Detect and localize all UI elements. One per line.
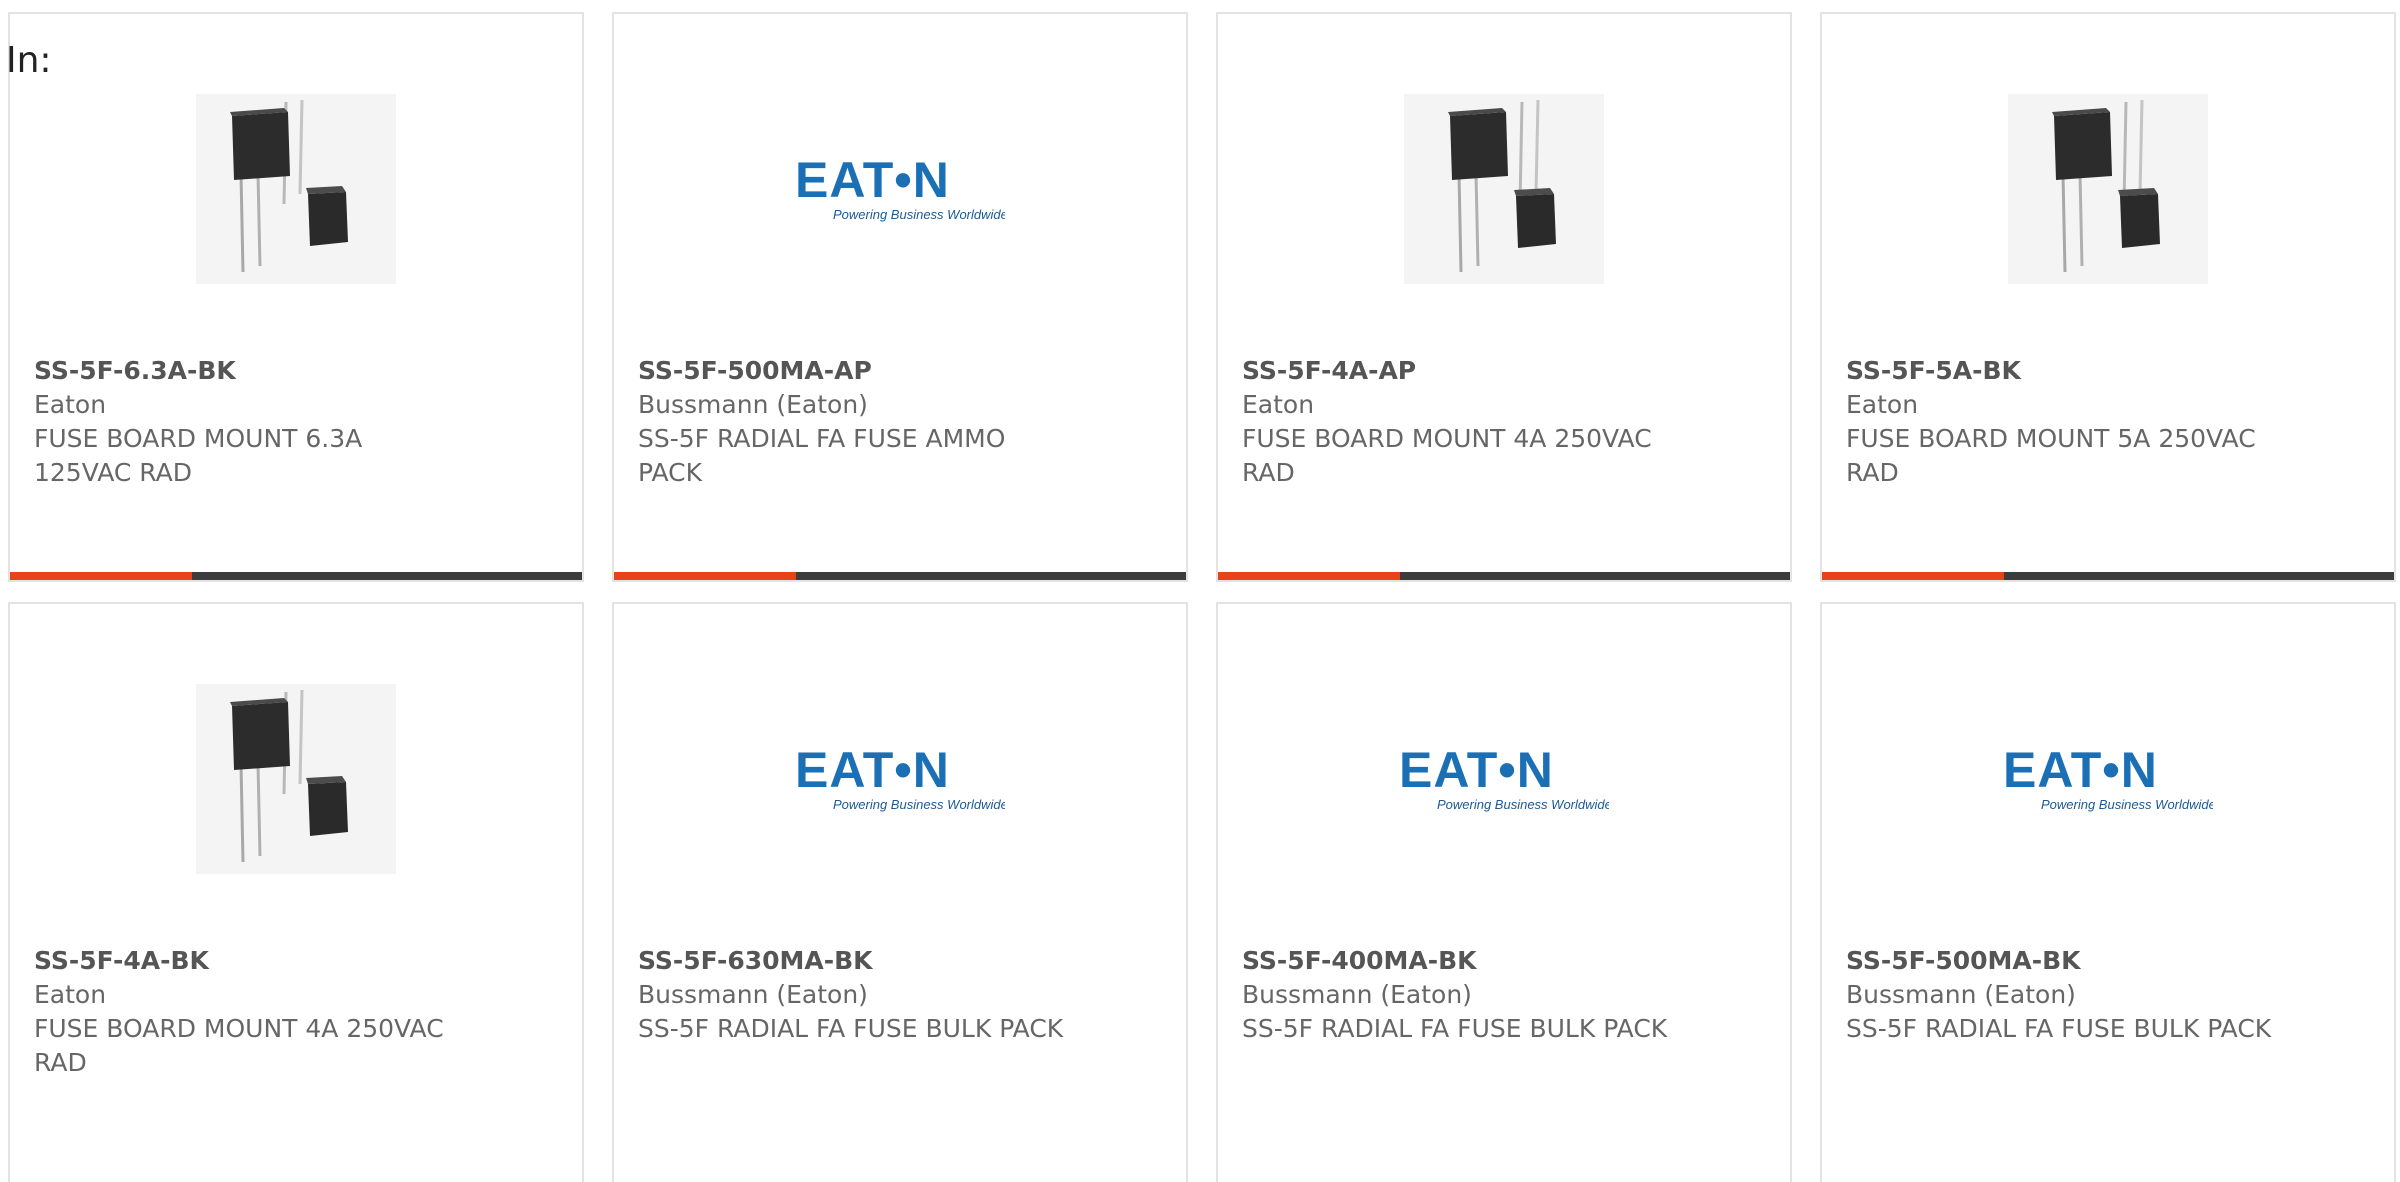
svg-text:Powering Business Worldwide: Powering Business Worldwide	[2041, 797, 2213, 812]
product-card[interactable]: EAT•N Powering Business Worldwide SS-5F-…	[612, 602, 1188, 1182]
fuse-photo-icon	[196, 94, 396, 284]
product-card[interactable]: SS-5F-4A-AP Eaton FUSE BOARD MOUNT 4A 25…	[1216, 12, 1792, 582]
fuse-photo-icon	[196, 684, 396, 874]
in-filter-label: In:	[6, 40, 52, 81]
accent-bar	[1822, 572, 2004, 580]
part-number[interactable]: SS-5F-4A-BK	[34, 944, 462, 978]
part-number[interactable]: SS-5F-500MA-BK	[1846, 944, 2274, 978]
product-image[interactable]: EAT•N Powering Business Worldwide	[1218, 674, 1790, 884]
manufacturer: Bussmann (Eaton)	[1846, 980, 2076, 1009]
fuse-photo-icon	[2008, 94, 2208, 284]
part-number[interactable]: SS-5F-630MA-BK	[638, 944, 1066, 978]
description: FUSE BOARD MOUNT 4A 250VAC RAD	[34, 1014, 444, 1077]
description: SS-5F RADIAL FA FUSE BULK PACK	[1242, 1014, 1668, 1043]
part-number[interactable]: SS-5F-4A-AP	[1242, 354, 1670, 388]
part-number[interactable]: SS-5F-400MA-BK	[1242, 944, 1670, 978]
part-number[interactable]: SS-5F-5A-BK	[1846, 354, 2274, 388]
product-image[interactable]	[10, 674, 582, 884]
svg-text:Powering Business Worldwide: Powering Business Worldwide	[1437, 797, 1609, 812]
product-grid: SS-5F-6.3A-BK Eaton FUSE BOARD MOUNT 6.3…	[8, 12, 2400, 1182]
product-image[interactable]: EAT•N Powering Business Worldwide	[614, 84, 1186, 294]
product-image[interactable]: EAT•N Powering Business Worldwide	[1822, 674, 2394, 884]
description: FUSE BOARD MOUNT 5A 250VAC RAD	[1846, 424, 2256, 487]
part-number[interactable]: SS-5F-6.3A-BK	[34, 354, 462, 388]
description: FUSE BOARD MOUNT 4A 250VAC RAD	[1242, 424, 1652, 487]
svg-text:Powering Business Worldwide: Powering Business Worldwide	[833, 797, 1005, 812]
product-card[interactable]: SS-5F-5A-BK Eaton FUSE BOARD MOUNT 5A 25…	[1820, 12, 2396, 582]
card-bottom-bar	[614, 572, 1186, 580]
manufacturer: Eaton	[1846, 390, 1919, 419]
card-bottom-bar	[10, 572, 582, 580]
eaton-logo-icon: EAT•N Powering Business Worldwide	[1399, 743, 1609, 812]
card-bottom-bar	[1822, 572, 2394, 580]
svg-text:Powering Business Worldwide: Powering Business Worldwide	[833, 207, 1005, 222]
description: SS-5F RADIAL FA FUSE BULK PACK	[1846, 1014, 2272, 1043]
manufacturer: Eaton	[34, 390, 107, 419]
part-number[interactable]: SS-5F-500MA-AP	[638, 354, 1066, 388]
accent-bar	[10, 572, 192, 580]
eaton-logo-icon: EAT•N Powering Business Worldwide	[795, 153, 1005, 222]
manufacturer: Bussmann (Eaton)	[1242, 980, 1472, 1009]
svg-text:EAT•N: EAT•N	[795, 743, 950, 798]
product-card[interactable]: SS-5F-6.3A-BK Eaton FUSE BOARD MOUNT 6.3…	[8, 12, 584, 582]
product-image[interactable]	[10, 84, 582, 294]
description: SS-5F RADIAL FA FUSE BULK PACK	[638, 1014, 1064, 1043]
manufacturer: Bussmann (Eaton)	[638, 980, 868, 1009]
eaton-logo-icon: EAT•N Powering Business Worldwide	[795, 743, 1005, 812]
description: SS-5F RADIAL FA FUSE AMMO PACK	[638, 424, 1006, 487]
product-image[interactable]	[1822, 84, 2394, 294]
eaton-logo-icon: EAT•N Powering Business Worldwide	[2003, 743, 2213, 812]
manufacturer: Bussmann (Eaton)	[638, 390, 868, 419]
svg-text:EAT•N: EAT•N	[1399, 743, 1554, 798]
svg-text:EAT•N: EAT•N	[795, 153, 950, 208]
accent-bar	[614, 572, 796, 580]
product-image[interactable]	[1218, 84, 1790, 294]
product-card[interactable]: EAT•N Powering Business Worldwide SS-5F-…	[1216, 602, 1792, 1182]
product-card[interactable]: SS-5F-4A-BK Eaton FUSE BOARD MOUNT 4A 25…	[8, 602, 584, 1182]
manufacturer: Eaton	[1242, 390, 1315, 419]
svg-text:EAT•N: EAT•N	[2003, 743, 2158, 798]
description: FUSE BOARD MOUNT 6.3A 125VAC RAD	[34, 424, 363, 487]
product-card[interactable]: EAT•N Powering Business Worldwide SS-5F-…	[1820, 602, 2396, 1182]
card-bottom-bar	[1218, 572, 1790, 580]
manufacturer: Eaton	[34, 980, 107, 1009]
fuse-photo-icon	[1404, 94, 1604, 284]
product-card[interactable]: EAT•N Powering Business Worldwide SS-5F-…	[612, 12, 1188, 582]
product-image[interactable]: EAT•N Powering Business Worldwide	[614, 674, 1186, 884]
accent-bar	[1218, 572, 1400, 580]
